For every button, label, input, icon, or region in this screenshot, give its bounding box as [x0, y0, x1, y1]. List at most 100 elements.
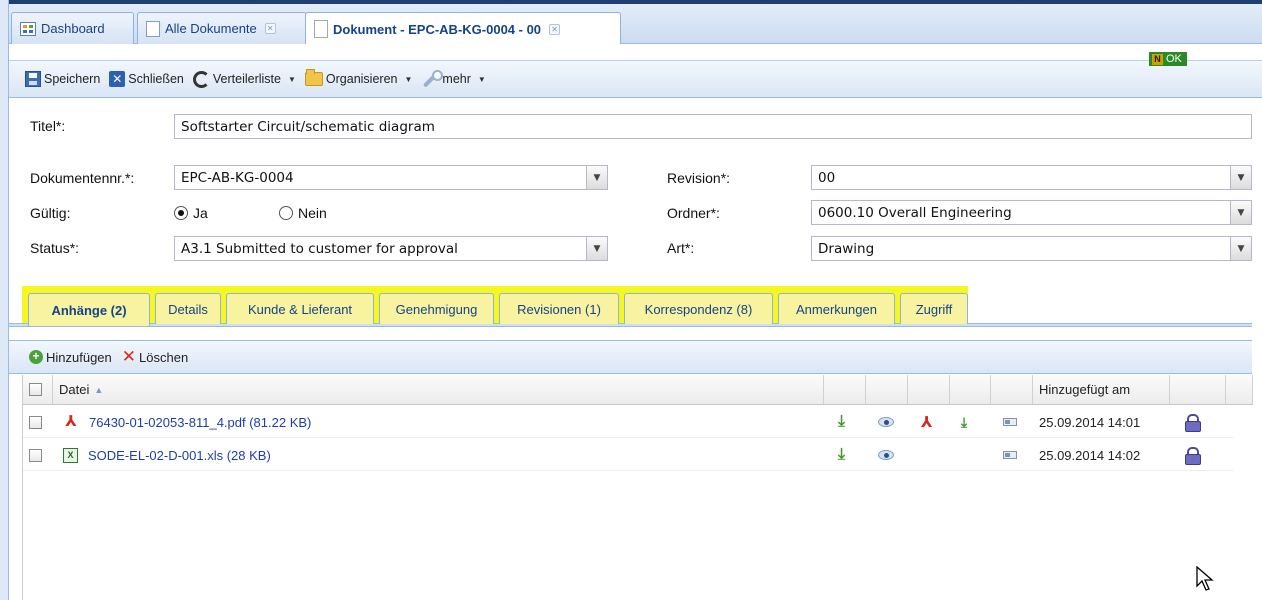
dashboard-icon — [20, 21, 36, 36]
add-label: Hinzufügen — [46, 349, 112, 365]
file-column-label: Datei — [59, 382, 90, 397]
select-all-checkbox[interactable] — [29, 383, 42, 396]
status-badge-letter: N — [1152, 53, 1163, 65]
distribution-list-button[interactable]: Verteilerliste ▼ — [191, 69, 301, 90]
refresh-icon — [192, 70, 210, 88]
organize-label: Organisieren — [325, 72, 398, 86]
add-attachment-button[interactable]: + Hinzufügen — [29, 350, 112, 365]
column-header-action — [824, 375, 866, 405]
chevron-down-icon[interactable]: ▼ — [1230, 166, 1251, 189]
type-label: Art*: — [667, 240, 695, 256]
table-row[interactable]: X SODE-EL-02-D-001.xls (28 KB) ⤓ 25.09.2… — [23, 439, 1233, 471]
tab-label: Revisionen (1) — [517, 301, 601, 317]
file-link[interactable]: SODE-EL-02-D-001.xls (28 KB) — [88, 448, 271, 463]
valid-yes-label: Ja — [193, 205, 208, 221]
tab-label: Genehmigung — [395, 301, 478, 317]
title-input[interactable]: Softstarter Circuit/schematic diagram — [174, 114, 1252, 139]
column-header-spacer — [1226, 375, 1253, 405]
approve-icon[interactable]: ⤓ — [961, 414, 967, 431]
tab-label: Zugriff — [915, 301, 953, 317]
left-panel-border — [0, 0, 9, 600]
folder-combo[interactable]: 0600.10 Overall Engineering ▼ — [811, 200, 1252, 225]
pdf-sign-icon[interactable]: ⅄ — [921, 413, 932, 431]
lock-icon[interactable] — [1185, 414, 1201, 432]
valid-yes-radio[interactable]: Ja — [174, 205, 208, 221]
chevron-down-icon[interactable]: ▼ — [1230, 237, 1251, 260]
tab-dashboard[interactable]: Dashboard — [11, 12, 134, 44]
document-number-combo[interactable]: EPC-AB-KG-0004 ▼ — [174, 165, 608, 190]
row-checkbox[interactable] — [29, 415, 42, 429]
valid-no-label: Nein — [298, 205, 327, 221]
select-all-header[interactable] — [23, 375, 53, 405]
tab-access[interactable]: Zugriff — [900, 293, 968, 324]
revision-value: 00 — [818, 170, 836, 186]
folder-icon — [304, 69, 323, 86]
document-tab-strip: Dashboard Alle Dokumente ✕ Dokument - EP… — [9, 4, 1262, 45]
column-header-file[interactable]: Datei ▲ — [53, 375, 824, 405]
attachments-grid: Datei ▲ Hinzugefügt am ⅄ 76430-01-02053-… — [22, 375, 1253, 600]
revision-label: Revision*: — [667, 170, 731, 186]
sort-ascending-icon: ▲ — [94, 384, 104, 395]
close-icon[interactable]: ✕ — [264, 23, 276, 34]
chevron-down-icon[interactable]: ▼ — [586, 237, 607, 260]
title-label: Titel*: — [30, 118, 66, 134]
valid-label: Gültig: — [30, 205, 71, 221]
column-header-added[interactable]: Hinzugefügt am — [1033, 375, 1170, 405]
close-button[interactable]: ✕ Schließen — [107, 69, 189, 89]
download-icon[interactable]: ⤓ — [838, 446, 845, 464]
view-icon[interactable] — [878, 417, 894, 427]
file-link[interactable]: 76430-01-02053-811_4.pdf (81.22 KB) — [89, 415, 311, 430]
added-date: 25.09.2014 14:01 — [1039, 414, 1141, 430]
save-button[interactable]: Speichern — [23, 69, 105, 89]
folder-value: 0600.10 Overall Engineering — [818, 205, 1012, 221]
column-header-action — [991, 375, 1033, 405]
tab-label: Alle Dokumente — [165, 21, 257, 36]
save-icon — [25, 71, 41, 87]
row-checkbox[interactable] — [29, 448, 42, 462]
close-icon: ✕ — [109, 71, 126, 87]
delete-attachment-button[interactable]: ✕ Löschen — [121, 347, 189, 366]
table-row[interactable]: ⅄ 76430-01-02053-811_4.pdf (81.22 KB) ⤓ … — [23, 406, 1233, 438]
status-combo[interactable]: A3.1 Submitted to customer for approval … — [174, 236, 608, 261]
tab-label: Dashboard — [41, 21, 105, 36]
document-toolbar: Speichern ✕ Schließen Verteilerliste ▼ O… — [9, 60, 1262, 98]
more-button[interactable]: mehr ▼ — [419, 68, 490, 90]
chevron-down-icon[interactable]: ▼ — [586, 166, 607, 189]
column-header-action — [950, 375, 991, 405]
save-label: Speichern — [44, 72, 101, 86]
lock-icon[interactable] — [1185, 447, 1201, 465]
properties-icon[interactable] — [1003, 418, 1017, 426]
tab-revisions[interactable]: Revisionen (1) — [499, 293, 619, 324]
tab-all-documents[interactable]: Alle Dokumente ✕ — [137, 12, 307, 44]
radio-selected-icon — [174, 206, 188, 220]
document-number-label: Dokumentennr.*: — [30, 170, 135, 186]
tab-attachments[interactable]: Anhänge (2) — [28, 293, 150, 326]
download-icon[interactable]: ⤓ — [838, 413, 845, 431]
tab-current-document[interactable]: Dokument - EPC-AB-KG-0004 - 00 ✕ — [305, 12, 621, 45]
tab-customer-supplier[interactable]: Kunde & Lieferant — [226, 293, 374, 324]
valid-no-radio[interactable]: Nein — [279, 205, 327, 221]
page-icon — [314, 20, 328, 38]
chevron-down-icon: ▼ — [404, 74, 413, 84]
status-badge-text: OK — [1166, 53, 1182, 65]
tab-approval[interactable]: Genehmigung — [379, 293, 494, 324]
delete-icon: ✕ — [121, 347, 137, 366]
tab-correspondence[interactable]: Korrespondenz (8) — [624, 293, 773, 324]
tab-label: Details — [168, 301, 208, 317]
tab-remarks[interactable]: Anmerkungen — [778, 293, 895, 324]
chevron-down-icon[interactable]: ▼ — [1230, 201, 1251, 224]
tab-label: Anmerkungen — [796, 301, 877, 317]
distribution-label: Verteilerliste — [212, 72, 281, 86]
view-icon[interactable] — [878, 450, 894, 460]
delete-label: Löschen — [139, 349, 189, 365]
type-combo[interactable]: Drawing ▼ — [811, 236, 1252, 261]
radio-unselected-icon — [279, 206, 293, 220]
status-label: Status*: — [30, 240, 80, 256]
organize-button[interactable]: Organisieren ▼ — [303, 69, 418, 88]
mouse-cursor-icon — [1196, 566, 1214, 591]
close-icon[interactable]: ✕ — [549, 23, 561, 35]
properties-icon[interactable] — [1003, 451, 1017, 459]
tab-details[interactable]: Details — [155, 293, 221, 324]
revision-combo[interactable]: 00 ▼ — [811, 165, 1252, 190]
tab-label: Dokument - EPC-AB-KG-0004 - 00 — [333, 21, 542, 37]
